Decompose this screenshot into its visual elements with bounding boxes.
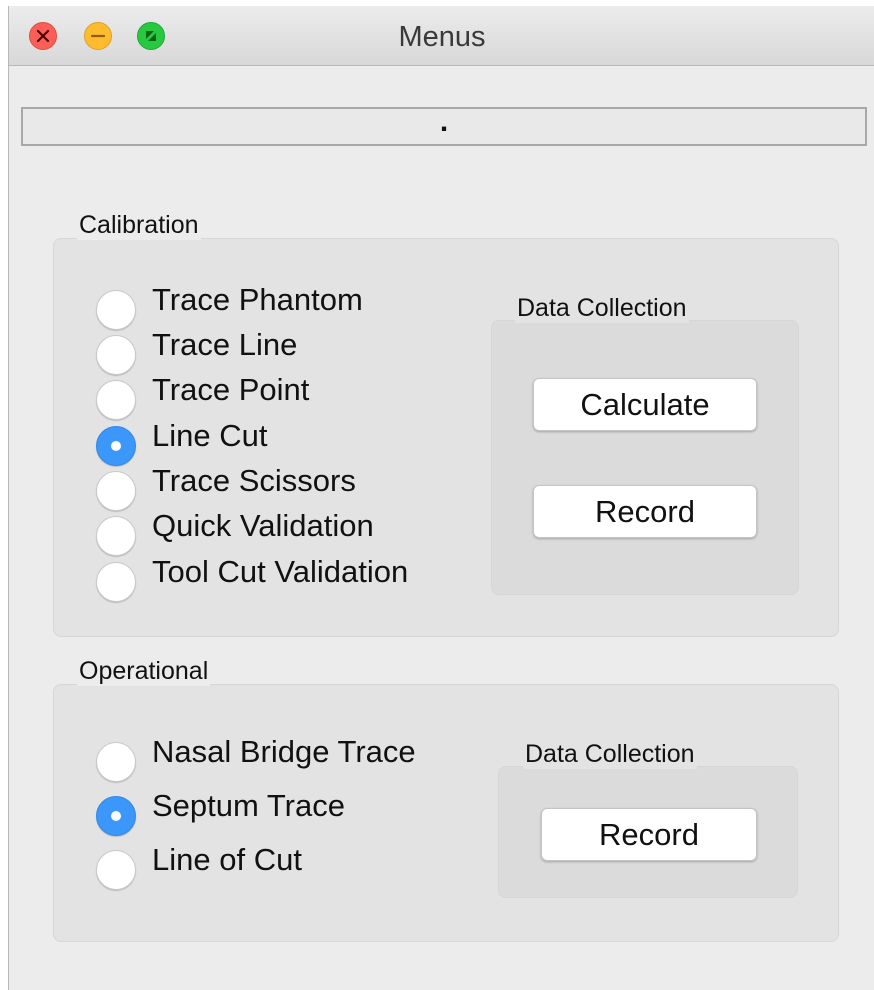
calibration-label: Calibration bbox=[77, 211, 201, 240]
radio-label: Trace Point bbox=[152, 372, 310, 407]
radio-label: Trace Scissors bbox=[152, 463, 356, 498]
radio-button[interactable] bbox=[96, 562, 136, 602]
operational-record-button[interactable]: Record bbox=[541, 808, 757, 861]
radio-label: Trace Line bbox=[152, 327, 298, 362]
menus-window: Menus . Calibration Trace Phantom Trace … bbox=[8, 6, 874, 990]
calculate-button[interactable]: Calculate bbox=[533, 378, 757, 431]
radio-button[interactable] bbox=[96, 850, 136, 890]
radio-button-selected[interactable] bbox=[96, 796, 136, 836]
calibration-data-collection-box bbox=[491, 320, 799, 595]
radio-button[interactable] bbox=[96, 335, 136, 375]
radio-button[interactable] bbox=[96, 516, 136, 556]
radio-button[interactable] bbox=[96, 471, 136, 511]
status-field: . bbox=[21, 107, 867, 146]
radio-button-selected[interactable] bbox=[96, 426, 136, 466]
radio-label: Quick Validation bbox=[152, 508, 374, 543]
operational-label: Operational bbox=[77, 657, 211, 686]
radio-label: Tool Cut Validation bbox=[152, 554, 409, 589]
radio-label: Line Cut bbox=[152, 418, 268, 453]
calibration-record-button[interactable]: Record bbox=[533, 485, 757, 538]
radio-button[interactable] bbox=[96, 742, 136, 782]
operational-data-collection-label: Data Collection bbox=[523, 740, 697, 769]
radio-label: Line of Cut bbox=[152, 842, 302, 877]
radio-label: Septum Trace bbox=[152, 788, 345, 823]
window-title: Menus bbox=[398, 21, 486, 53]
radio-label: Nasal Bridge Trace bbox=[152, 734, 416, 769]
title-bar[interactable]: Menus bbox=[9, 6, 874, 66]
radio-button[interactable] bbox=[96, 380, 136, 420]
radio-button[interactable] bbox=[96, 290, 136, 330]
radio-label: Trace Phantom bbox=[152, 282, 363, 317]
calibration-data-collection-label: Data Collection bbox=[515, 294, 689, 323]
